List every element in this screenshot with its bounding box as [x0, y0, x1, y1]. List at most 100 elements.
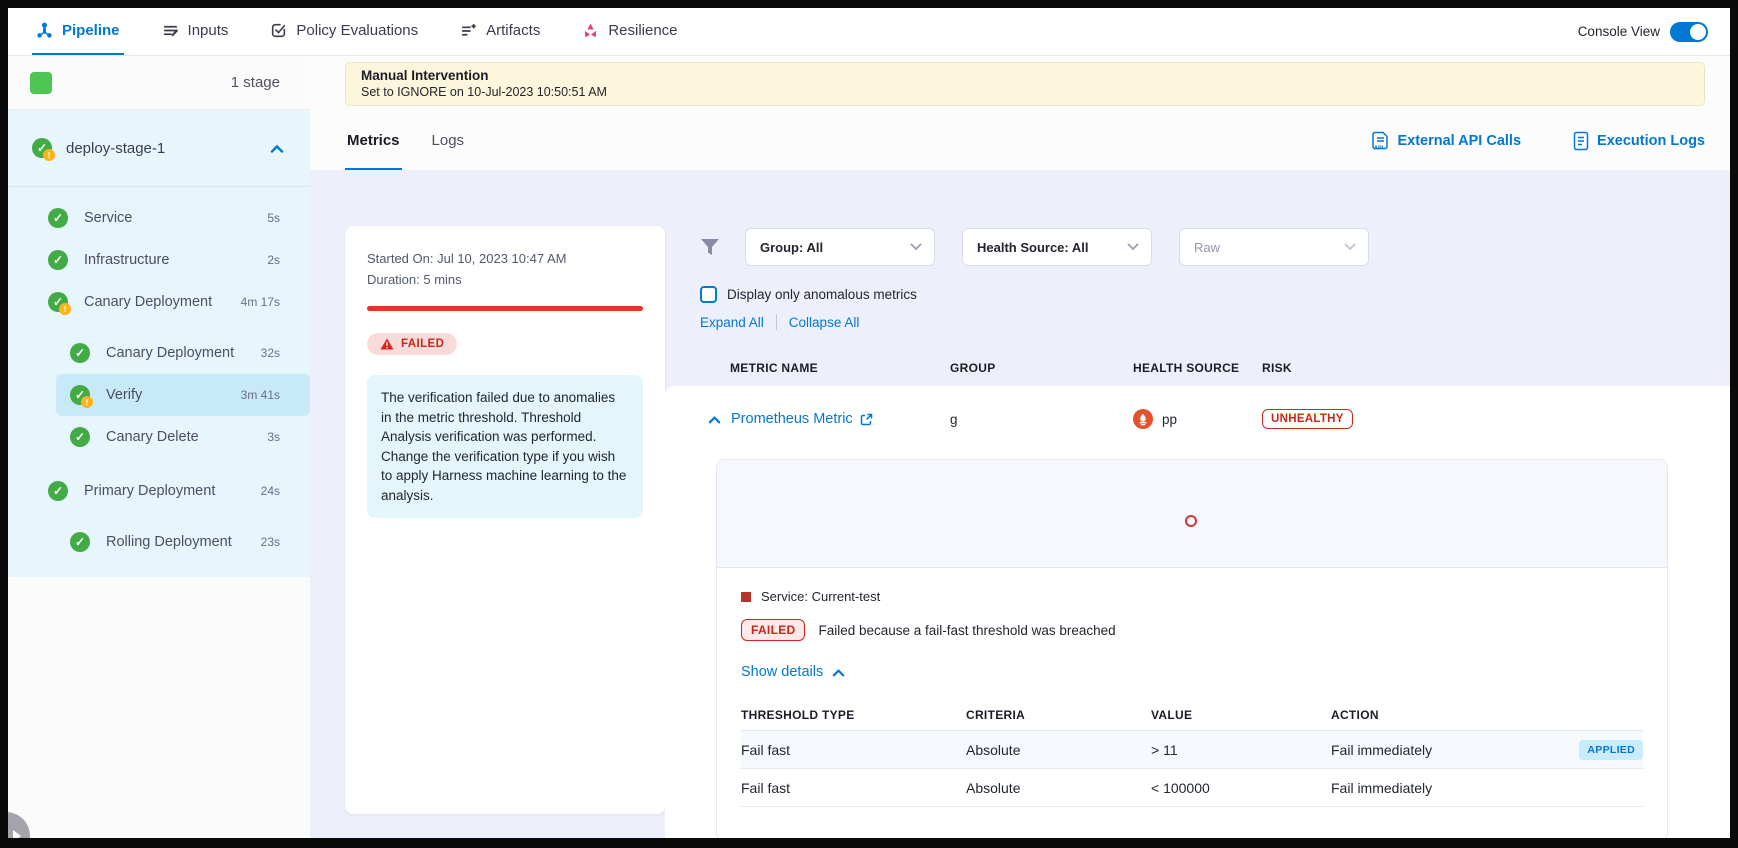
nav-tab-label: Policy Evaluations: [296, 22, 418, 39]
chevron-down-icon: [1127, 243, 1139, 251]
duration-text: Duration: 5 mins: [367, 269, 643, 290]
resilience-icon: [582, 22, 599, 39]
verification-content: Started On: Jul 10, 2023 10:47 AM Durati…: [310, 170, 1730, 838]
external-api-calls-link[interactable]: API External API Calls: [1371, 131, 1521, 151]
cell-action: Fail immediately: [1331, 742, 1555, 758]
header-links: API External API Calls Execution Logs: [1371, 112, 1705, 170]
metrics-panel: Group: All Health Source: All Raw: [665, 170, 1730, 838]
step-duration: 2s: [267, 253, 280, 267]
step-label: Infrastructure: [84, 252, 267, 268]
step-label: Canary Deployment: [84, 294, 241, 310]
applied-badge: APPLIED: [1579, 740, 1643, 760]
metric-row: Prometheus Metric g pp: [665, 386, 1730, 452]
health-source-name: pp: [1162, 412, 1177, 427]
cell-value: < 100000: [1151, 780, 1331, 796]
step-duration: 32s: [261, 346, 280, 360]
tab-logs[interactable]: Logs: [430, 112, 467, 170]
success-check-icon: ✓: [70, 532, 90, 552]
pipeline-icon: [36, 22, 53, 39]
cell-criteria: Absolute: [966, 780, 1151, 796]
step-row-canary-deployment[interactable]: ✓ Canary Deployment 32s: [8, 332, 310, 374]
banner-title: Manual Intervention: [361, 68, 1689, 83]
step-label: Service: [84, 210, 267, 226]
chevron-up-icon[interactable]: [708, 415, 721, 424]
filter-row: Group: All Health Source: All Raw: [665, 228, 1369, 266]
nav-tab-policy-evaluations[interactable]: Policy Evaluations: [266, 8, 422, 55]
api-document-icon: API: [1371, 131, 1389, 151]
collapse-all-link[interactable]: Collapse All: [789, 315, 860, 330]
stage-status-warning-icon: ✓!: [32, 138, 52, 158]
metric-row-card: Prometheus Metric g pp: [665, 386, 1730, 838]
step-row-infrastructure[interactable]: ✓ Infrastructure 2s: [8, 239, 310, 281]
chevron-up-icon: [832, 668, 845, 677]
app-window: Pipeline Inputs Policy Evaluations Artif…: [8, 8, 1730, 838]
risk-badge-unhealthy: UNHEALTHY: [1262, 409, 1353, 429]
expand-collapse-row: Expand All Collapse All: [700, 314, 859, 330]
health-source-filter-dropdown[interactable]: Health Source: All: [962, 228, 1152, 266]
legend-label: Service: Current-test: [761, 589, 880, 604]
dropdown-value: Group: All: [760, 240, 823, 255]
arrow-right-icon: [13, 830, 21, 838]
failed-outline-badge: FAILED: [741, 619, 805, 641]
main-area: Manual Intervention Set to IGNORE on 10-…: [310, 56, 1730, 838]
cell-criteria: Absolute: [966, 742, 1151, 758]
stage-name: deploy-stage-1: [66, 140, 270, 157]
execution-logs-link[interactable]: Execution Logs: [1573, 131, 1705, 151]
svg-text:API: API: [1374, 146, 1384, 152]
stage-row-deploy-stage-1[interactable]: ✓! deploy-stage-1: [8, 110, 310, 186]
console-view-toggle[interactable]: [1670, 22, 1708, 42]
started-on-text: Started On: Jul 10, 2023 10:47 AM: [367, 248, 643, 269]
nav-tab-pipeline[interactable]: Pipeline: [32, 8, 124, 55]
step-row-canary-delete[interactable]: ✓ Canary Delete 3s: [8, 416, 310, 458]
step-row-verify[interactable]: ✓! Verify 3m 41s: [56, 374, 310, 416]
step-row-canary-deployment-group[interactable]: ✓! Canary Deployment 4m 17s: [8, 281, 310, 323]
chart-legend: Service: Current-test: [741, 589, 1643, 604]
metric-chart-card: Service: Current-test FAILED Failed beca…: [716, 459, 1668, 838]
success-check-icon: ✓: [70, 427, 90, 447]
stage-summary-header: 1 stage: [8, 56, 310, 110]
success-check-icon: ✓: [48, 208, 68, 228]
col-value: VALUE: [1151, 708, 1331, 722]
cell-action: Fail immediately: [1331, 780, 1555, 796]
external-link-icon: [860, 413, 873, 426]
nav-tab-artifacts[interactable]: Artifacts: [456, 8, 544, 55]
fail-reason-text: Failed because a fail-fast threshold was…: [818, 623, 1115, 638]
step-row-primary-deployment[interactable]: ✓ Primary Deployment 24s: [8, 470, 310, 512]
raw-filter-dropdown[interactable]: Raw: [1179, 228, 1369, 266]
failed-status-badge: FAILED: [367, 333, 457, 355]
step-label: Primary Deployment: [84, 483, 261, 499]
metric-name-cell: Prometheus Metric: [708, 411, 950, 427]
threshold-row: Fail fast Absolute < 100000 Fail immedia…: [741, 769, 1643, 807]
metric-link-label: Prometheus Metric: [731, 411, 853, 427]
col-threshold-type: THRESHOLD TYPE: [741, 708, 966, 722]
col-group: GROUP: [950, 361, 1133, 375]
chevron-down-icon: [910, 243, 922, 251]
metric-scatter-plot[interactable]: [717, 460, 1667, 568]
nav-tab-inputs[interactable]: Inputs: [158, 8, 233, 55]
step-row-service[interactable]: ✓ Service 5s: [8, 197, 310, 239]
cell-threshold-type: Fail fast: [741, 780, 966, 796]
anomalous-filter-row: Display only anomalous metrics: [700, 286, 917, 303]
show-details-toggle[interactable]: Show details: [741, 664, 1643, 680]
nav-tab-resilience[interactable]: Resilience: [578, 8, 681, 55]
nav-tab-label: Artifacts: [486, 22, 540, 39]
divider: [8, 186, 310, 187]
cell-value: > 11: [1151, 742, 1331, 758]
anomalous-metrics-checkbox[interactable]: [700, 286, 717, 303]
tab-metrics[interactable]: Metrics: [345, 112, 402, 170]
group-filter-dropdown[interactable]: Group: All: [745, 228, 935, 266]
metric-link[interactable]: Prometheus Metric: [731, 411, 873, 427]
fail-reason-row: FAILED Failed because a fail-fast thresh…: [741, 619, 1643, 641]
collapse-sidebar-button[interactable]: [8, 812, 30, 838]
step-label: Canary Delete: [106, 429, 267, 445]
chevron-up-icon[interactable]: [270, 144, 284, 153]
cell-threshold-type: Fail fast: [741, 742, 966, 758]
expand-all-link[interactable]: Expand All: [700, 315, 764, 330]
execution-sidebar: 1 stage ✓! deploy-stage-1 ✓ Service 5s ✓…: [8, 56, 310, 838]
health-source-cell: pp: [1133, 409, 1262, 429]
success-check-icon: ✓: [48, 250, 68, 270]
step-duration: 3s: [267, 430, 280, 444]
anomaly-point-marker[interactable]: [1185, 515, 1197, 527]
step-row-rolling-deployment[interactable]: ✓ Rolling Deployment 23s: [8, 521, 310, 563]
col-action: ACTION: [1331, 708, 1555, 722]
